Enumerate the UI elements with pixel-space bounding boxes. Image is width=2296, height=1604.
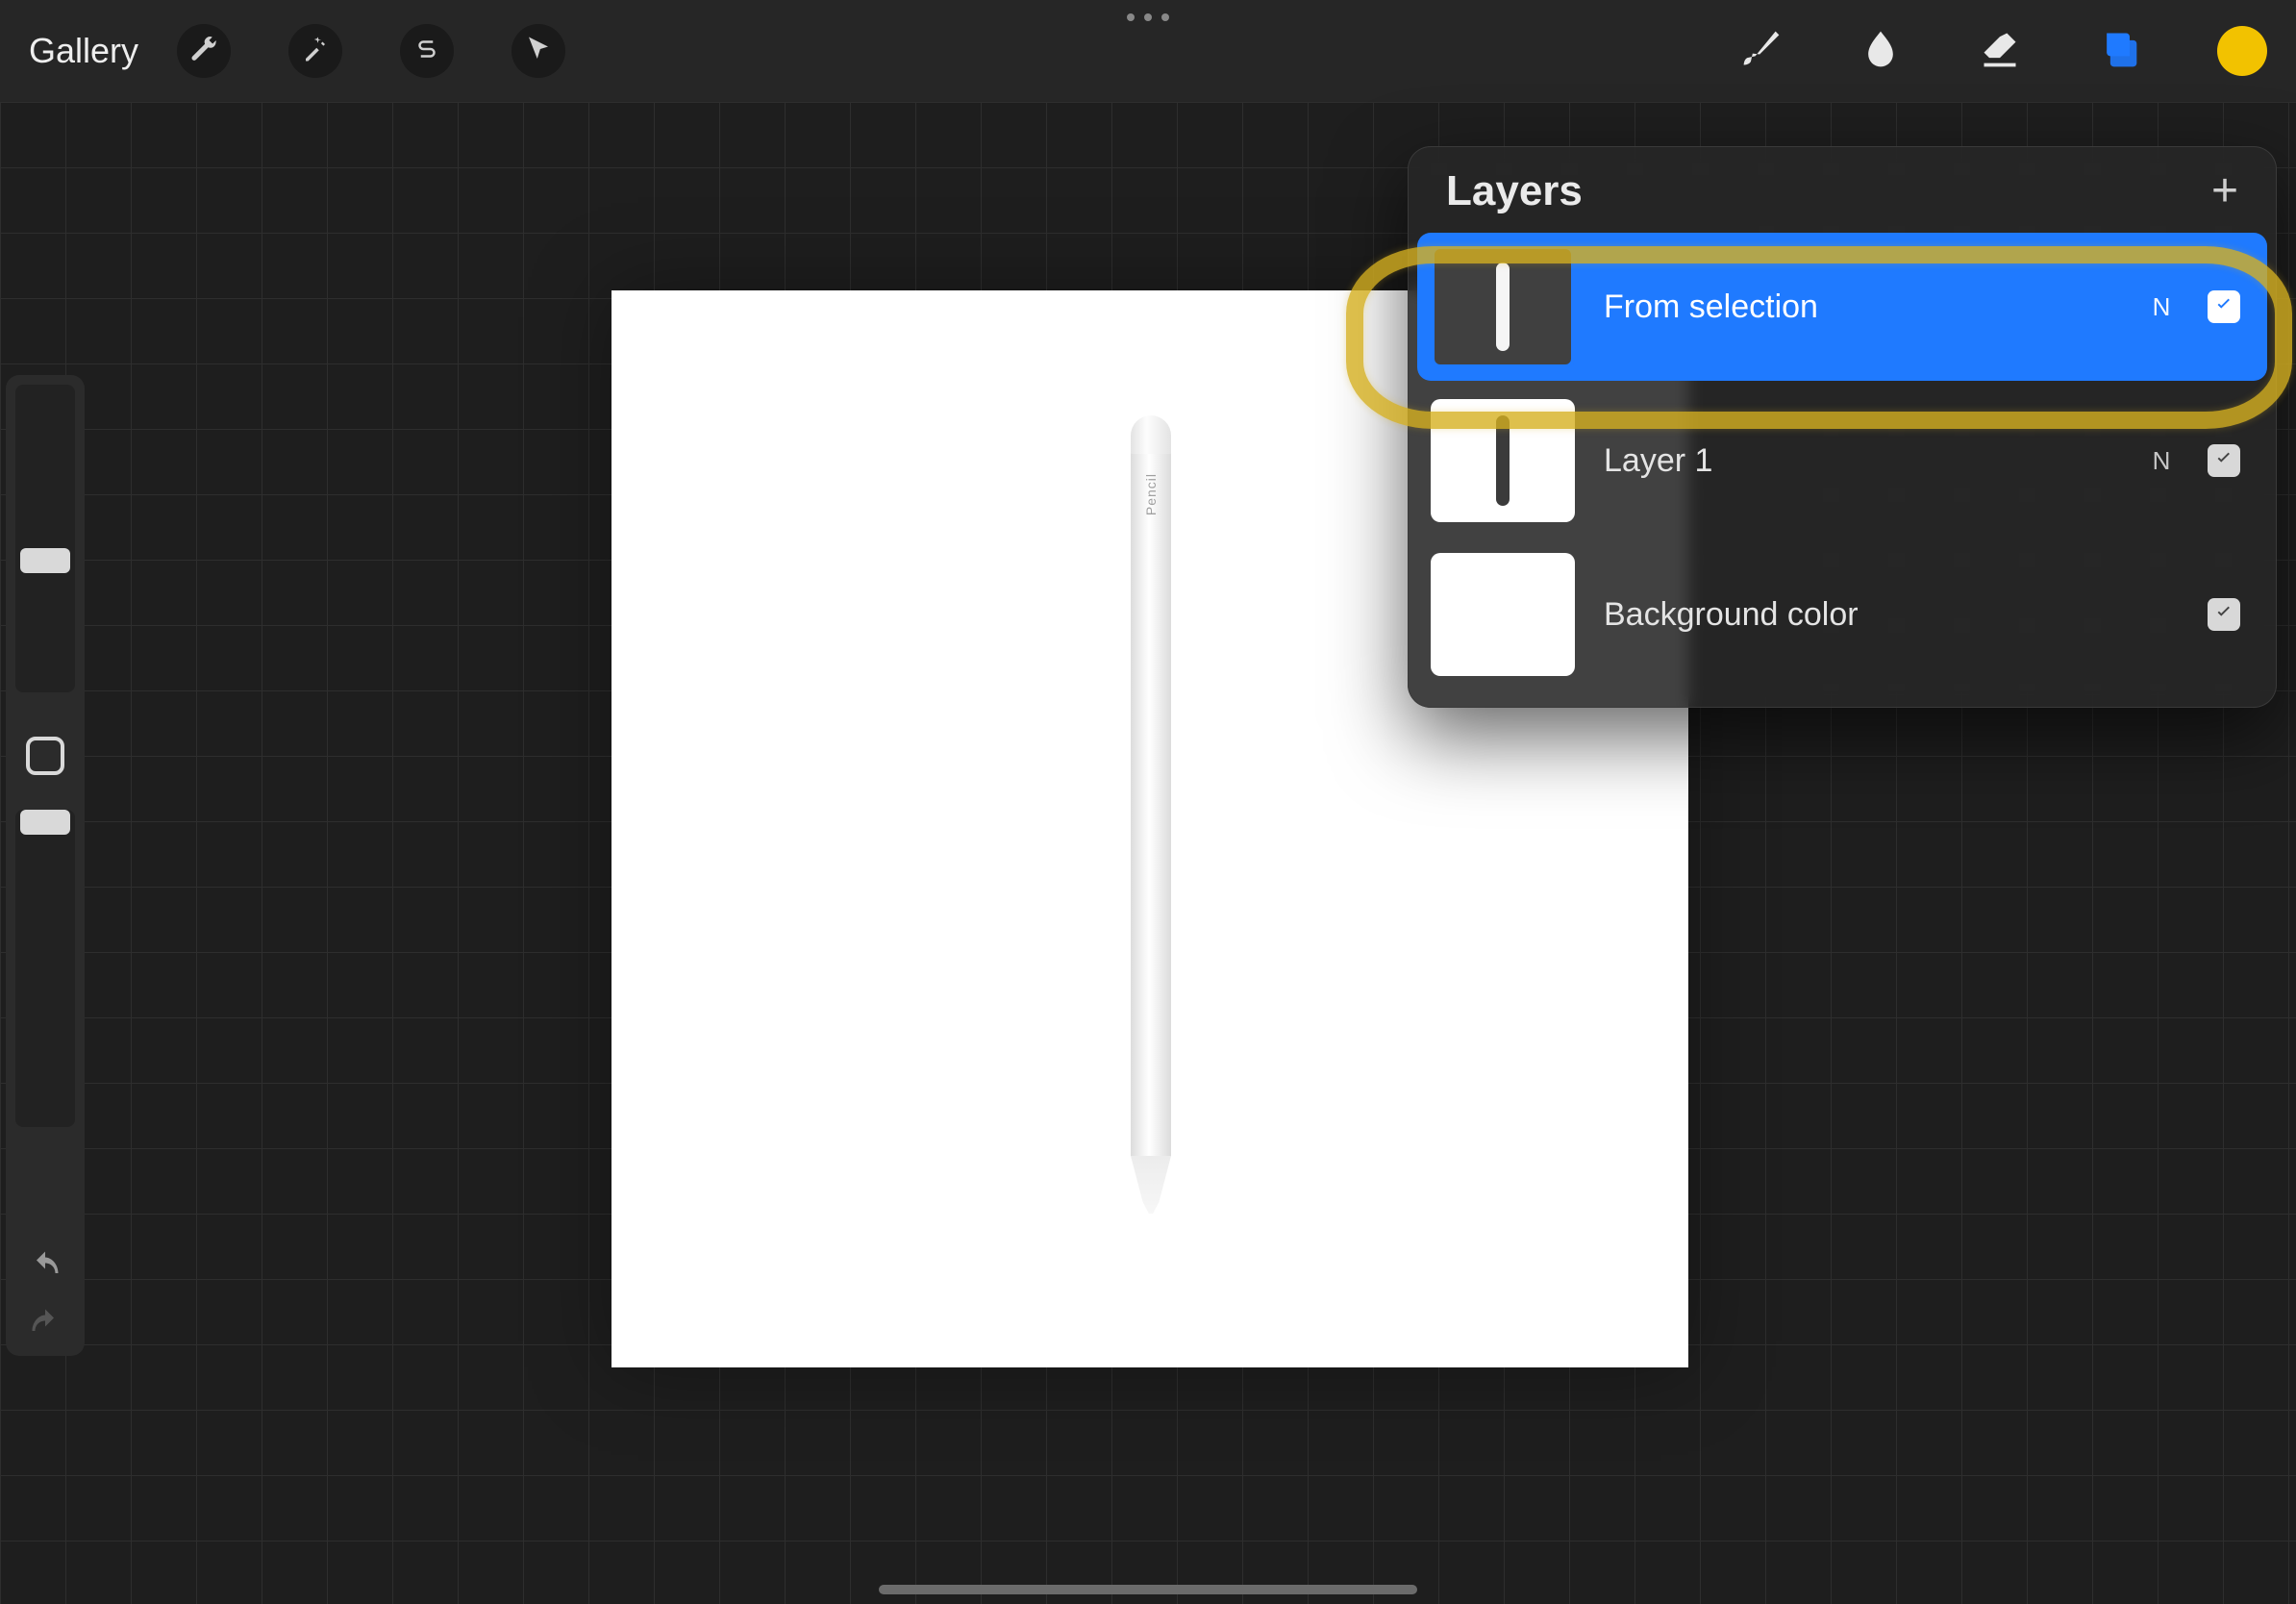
home-indicator <box>879 1585 1417 1594</box>
layer-blend-mode[interactable]: N <box>2144 446 2179 476</box>
color-picker-button[interactable] <box>2217 26 2267 76</box>
pencil-label: Pencil <box>1143 473 1159 515</box>
check-icon <box>2213 294 2234 320</box>
adjustments-button[interactable] <box>288 24 342 78</box>
layers-icon <box>2098 28 2140 75</box>
layer-name-label: From selection <box>1604 288 2115 326</box>
layer-row[interactable]: From selection N <box>1417 233 2267 381</box>
brush-opacity-slider[interactable] <box>15 810 75 1127</box>
check-icon <box>2213 602 2234 628</box>
layers-button[interactable] <box>2098 30 2140 72</box>
side-toolbar <box>6 375 85 1356</box>
brush-size-slider[interactable] <box>15 385 75 692</box>
brush-icon <box>1740 28 1783 75</box>
eraser-icon <box>1979 28 2021 75</box>
layer-row[interactable]: Layer 1 N <box>1417 387 2267 535</box>
canvas-artwork: Pencil <box>1131 415 1171 1214</box>
modify-button[interactable] <box>26 737 64 775</box>
layer-visibility-checkbox[interactable] <box>2208 290 2240 323</box>
slider-thumb[interactable] <box>20 548 70 573</box>
undo-icon <box>28 1250 62 1290</box>
layer-blend-mode[interactable]: N <box>2144 292 2179 322</box>
smudge-tool-button[interactable] <box>1859 30 1902 72</box>
selection-button[interactable] <box>400 24 454 78</box>
wrench-icon <box>189 35 218 68</box>
redo-icon <box>28 1308 62 1347</box>
smudge-icon <box>1859 28 1902 75</box>
undo-button[interactable] <box>26 1250 64 1289</box>
check-icon <box>2213 448 2234 474</box>
redo-button[interactable] <box>26 1308 64 1346</box>
gallery-button[interactable]: Gallery <box>29 31 138 71</box>
transform-button[interactable] <box>512 24 565 78</box>
brush-tool-button[interactable] <box>1740 30 1783 72</box>
eraser-tool-button[interactable] <box>1979 30 2021 72</box>
layer-visibility-checkbox[interactable] <box>2208 444 2240 477</box>
layer-visibility-checkbox[interactable] <box>2208 598 2240 631</box>
wand-icon <box>301 35 330 68</box>
cursor-arrow-icon <box>524 35 553 68</box>
layer-name-label: Layer 1 <box>1604 442 2115 480</box>
slider-thumb[interactable] <box>20 810 70 835</box>
layers-panel: Layers + From selection N Layer 1 N Back… <box>1408 146 2277 708</box>
layer-row[interactable]: Background color <box>1417 540 2267 689</box>
layer-thumbnail[interactable] <box>1431 399 1575 522</box>
layer-name-label: Background color <box>1604 596 2115 634</box>
layers-panel-title: Layers <box>1446 167 1583 215</box>
actions-button[interactable] <box>177 24 231 78</box>
add-layer-button[interactable]: + <box>2211 178 2238 206</box>
selection-s-icon <box>412 35 441 68</box>
layer-thumbnail[interactable] <box>1431 553 1575 676</box>
layer-thumbnail[interactable] <box>1431 245 1575 368</box>
multitask-dots[interactable] <box>1127 13 1169 21</box>
top-toolbar: Gallery <box>0 0 2296 102</box>
